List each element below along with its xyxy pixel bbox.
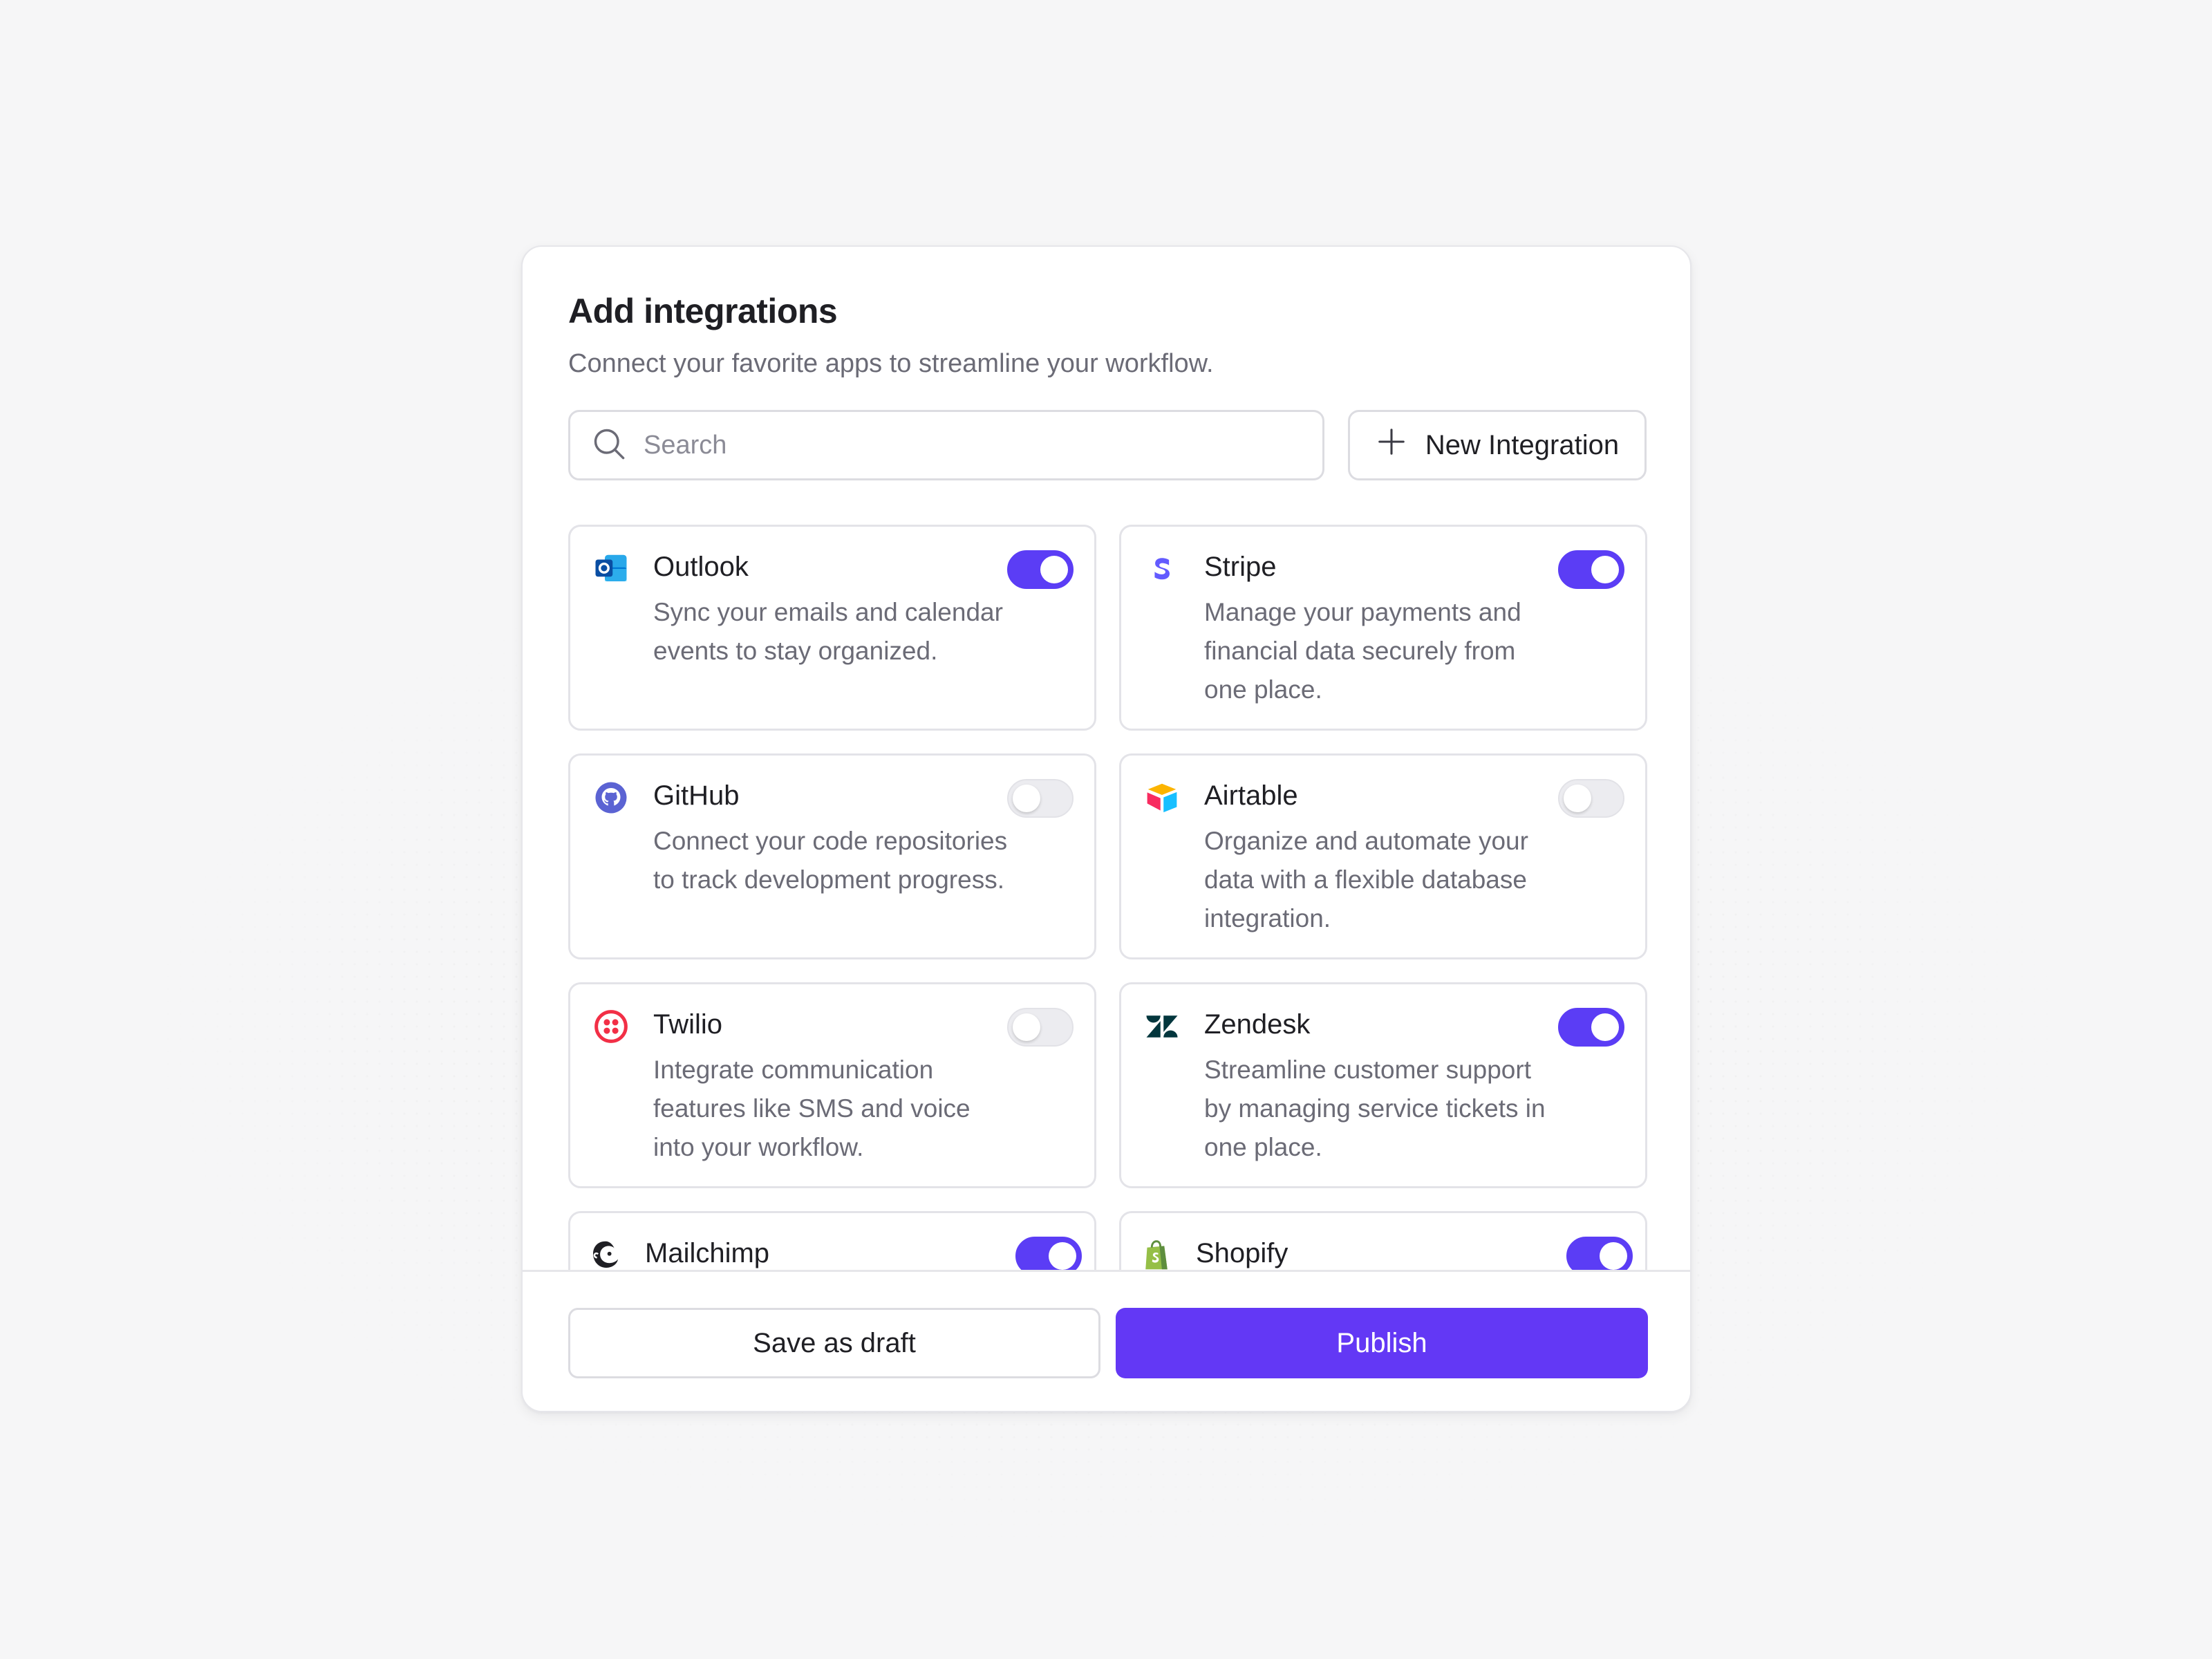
dialog-title: Add integrations — [568, 292, 838, 330]
airtable-toggle[interactable] — [1558, 779, 1624, 818]
toggle-knob — [1040, 556, 1068, 583]
new-integration-label: New Integration — [1425, 429, 1620, 460]
plus-icon — [1376, 426, 1407, 465]
integration-description: Connect your code repositories to track … — [653, 827, 1008, 894]
integration-card-github: GitHub Connect your code repositories to… — [568, 753, 1096, 959]
shopify-icon — [1138, 1237, 1175, 1274]
integration-description: Sync your emails and calendar events to … — [653, 598, 1003, 665]
search-field[interactable] — [568, 410, 1324, 480]
mailchimp-icon — [587, 1237, 624, 1274]
toggle-knob — [1564, 785, 1591, 812]
add-integrations-dialog: Add integrations Connect your favorite a… — [521, 245, 1691, 1412]
integration-card-outlook: Outlook Sync your emails and calendar ev… — [568, 525, 1096, 731]
integration-name: GitHub — [653, 780, 740, 811]
integration-card-zendesk: Zendesk Streamline customer support by m… — [1119, 982, 1647, 1188]
search-input[interactable] — [644, 430, 1266, 460]
stripe-toggle[interactable] — [1558, 550, 1624, 589]
new-integration-button[interactable]: New Integration — [1348, 410, 1647, 480]
toggle-knob — [1013, 785, 1040, 812]
integration-card-airtable: Airtable Organize and automate your data… — [1119, 753, 1647, 959]
integrations-grid: Outlook Sync your emails and calendar ev… — [568, 525, 1647, 1411]
integration-description: Organize and automate your data with a f… — [1204, 827, 1528, 932]
integration-description: Streamline customer support by managing … — [1204, 1056, 1546, 1161]
toggle-knob — [1591, 1013, 1619, 1041]
integration-name: Shopify — [1196, 1238, 1288, 1268]
integration-name: Twilio — [653, 1009, 723, 1040]
twilio-icon — [592, 1008, 630, 1045]
integration-name: Outlook — [653, 552, 749, 582]
outlook-toggle[interactable] — [1007, 550, 1074, 589]
toggle-knob — [1049, 1242, 1076, 1270]
integration-card-twilio: Twilio Integrate communication features … — [568, 982, 1096, 1188]
twilio-toggle[interactable] — [1007, 1008, 1074, 1047]
save-as-draft-button[interactable]: Save as draft — [568, 1308, 1100, 1378]
integration-description: Integrate communication features like SM… — [653, 1056, 971, 1161]
integration-name: Airtable — [1204, 780, 1298, 811]
search-icon — [591, 426, 627, 465]
zendesk-toggle[interactable] — [1558, 1008, 1624, 1047]
airtable-icon — [1143, 779, 1181, 816]
outlook-icon — [592, 550, 630, 588]
integration-name: Mailchimp — [645, 1238, 770, 1268]
integration-name: Zendesk — [1204, 1009, 1311, 1040]
integration-card-stripe: Stripe Manage your payments and financia… — [1119, 525, 1647, 731]
publish-button[interactable]: Publish — [1116, 1308, 1648, 1378]
integration-description: Manage your payments and financial data … — [1204, 598, 1521, 704]
zendesk-icon — [1143, 1008, 1181, 1045]
integration-name: Stripe — [1204, 552, 1277, 582]
dialog-subtitle: Connect your favorite apps to streamline… — [568, 349, 1214, 378]
toggle-knob — [1591, 556, 1619, 583]
dialog-footer: Save as draft Publish — [523, 1270, 1690, 1411]
github-toggle[interactable] — [1007, 779, 1074, 818]
toggle-knob — [1600, 1242, 1627, 1270]
toggle-knob — [1013, 1013, 1040, 1041]
github-icon — [592, 779, 630, 816]
stripe-icon — [1143, 550, 1181, 588]
